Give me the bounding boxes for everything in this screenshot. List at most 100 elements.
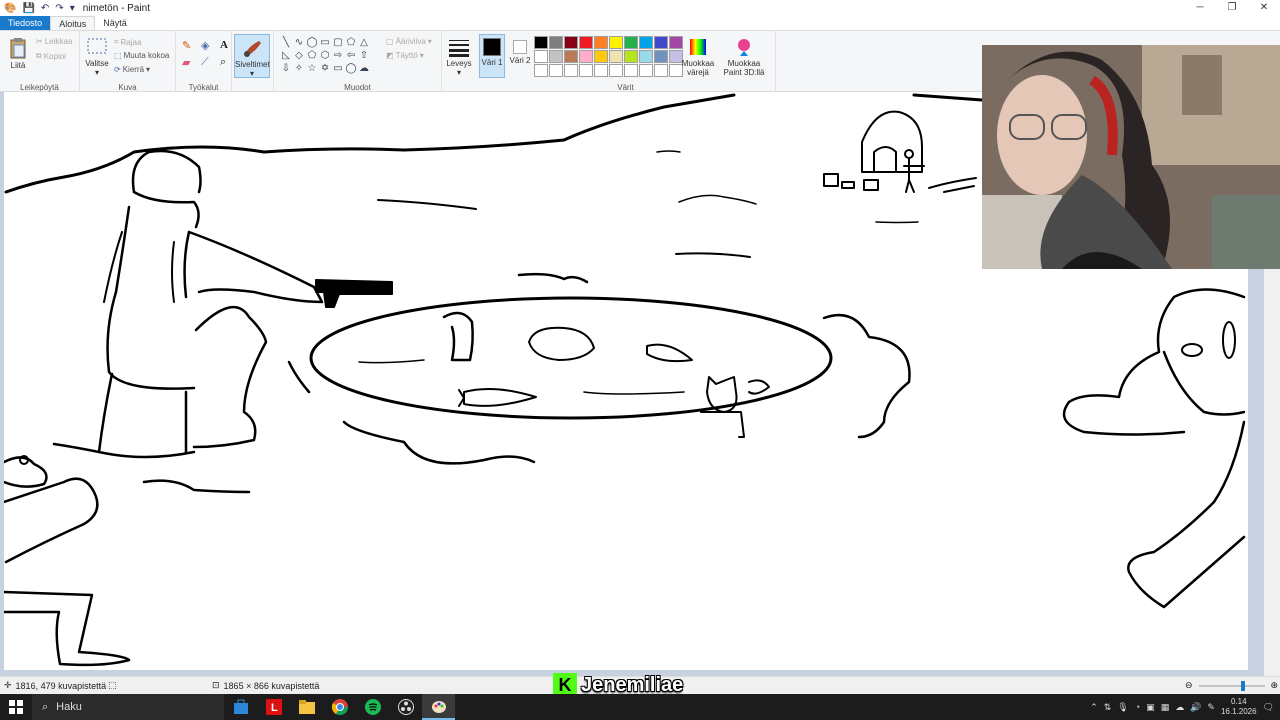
network-icon[interactable]: ⇅ (1104, 702, 1112, 713)
taskbar-obs[interactable] (389, 694, 422, 720)
star6-shape-icon[interactable]: ✡ (319, 63, 331, 75)
pen-icon[interactable]: ✎ (1207, 702, 1215, 713)
palette-swatch[interactable] (624, 36, 638, 49)
palette-swatch[interactable] (594, 50, 608, 63)
wifi-icon[interactable]: ◔ (1135, 702, 1140, 712)
tray-app-icon[interactable]: ▦ (1161, 702, 1170, 713)
zoom-slider[interactable] (1197, 680, 1267, 691)
diamond-shape-icon[interactable]: ◇ (293, 50, 305, 62)
right-triangle-shape-icon[interactable]: ◺ (280, 50, 292, 62)
taskbar-search[interactable]: ⌕ Haku (32, 694, 224, 720)
line-shape-icon[interactable]: ╲ (280, 37, 292, 49)
copy-button[interactable]: ⧉ Kopioi (36, 51, 66, 61)
minimize-button[interactable]: ─ (1184, 0, 1216, 16)
brushes-button[interactable]: Siveltimet ▾ (234, 34, 270, 78)
palette-swatch[interactable] (624, 50, 638, 63)
polygon-shape-icon[interactable]: ⬠ (345, 37, 357, 49)
fill-button[interactable]: ◩ Täyttö ▾ (386, 51, 424, 60)
palette-swatch[interactable] (564, 36, 578, 49)
paste-button[interactable]: Liitä (4, 37, 32, 70)
pencil-icon[interactable]: ✎ (182, 39, 197, 52)
palette-swatch[interactable] (654, 64, 668, 77)
color-picker-icon[interactable]: ⟋ (201, 56, 216, 69)
start-button[interactable] (0, 694, 32, 720)
microphone-icon[interactable]: 🎙 (1117, 702, 1128, 713)
curve-shape-icon[interactable]: ∿ (293, 37, 305, 49)
palette-swatch[interactable] (564, 50, 578, 63)
resize-button[interactable]: ⬚ Muuta kokoa (114, 51, 169, 60)
select-button[interactable]: Valitse ▾ (84, 37, 110, 77)
palette-swatch[interactable] (609, 50, 623, 63)
palette-swatch[interactable] (564, 64, 578, 77)
cloud-icon[interactable]: ☁ (1175, 702, 1184, 713)
palette-swatch[interactable] (639, 36, 653, 49)
zoom-control[interactable]: ⊖ ⊕ (1185, 680, 1278, 691)
palette-swatch[interactable] (609, 64, 623, 77)
palette-swatch[interactable] (549, 64, 563, 77)
palette-swatch[interactable] (594, 64, 608, 77)
palette-swatch[interactable] (624, 64, 638, 77)
palette-swatch[interactable] (639, 50, 653, 63)
tab-home[interactable]: Aloitus (50, 16, 96, 30)
pentagon-shape-icon[interactable]: ⬠ (306, 50, 318, 62)
palette-swatch[interactable] (549, 36, 563, 49)
save-icon[interactable]: 💾 (22, 3, 34, 14)
arrow-up-shape-icon[interactable]: ⇧ (358, 50, 370, 62)
close-button[interactable]: ✕ (1248, 0, 1280, 16)
fill-bucket-icon[interactable]: ◈ (201, 39, 216, 52)
tab-view[interactable]: Näytä (95, 16, 135, 30)
palette-swatch[interactable] (654, 36, 668, 49)
palette-swatch[interactable] (639, 64, 653, 77)
eraser-icon[interactable]: ▰ (182, 56, 197, 69)
palette-swatch[interactable] (609, 36, 623, 49)
palette-swatch[interactable] (594, 36, 608, 49)
hexagon-shape-icon[interactable]: ⬡ (319, 50, 331, 62)
cut-button[interactable]: ✂ Leikkaa (36, 37, 72, 46)
palette-swatch[interactable] (654, 50, 668, 63)
volume-icon[interactable]: 🔊 (1190, 702, 1201, 713)
taskbar-chrome[interactable] (323, 694, 356, 720)
color2-button[interactable]: Väri 2 (508, 37, 532, 65)
callout-oval-shape-icon[interactable]: ◯ (345, 63, 357, 75)
outline-button[interactable]: ▢ Ääriviiva ▾ (386, 37, 432, 46)
rounded-rect-shape-icon[interactable]: ▢ (332, 37, 344, 49)
crop-button[interactable]: ⌗ Rajaa (114, 37, 141, 47)
palette-swatch[interactable] (549, 50, 563, 63)
taskbar-file-explorer[interactable] (290, 694, 323, 720)
paint3d-button[interactable]: Muokkaa Paint 3D:llä (722, 37, 766, 77)
palette-swatch[interactable] (534, 36, 548, 49)
palette-swatch[interactable] (579, 50, 593, 63)
rotate-button[interactable]: ⟳ Kierrä ▾ (114, 65, 150, 74)
customize-qat-icon[interactable]: ▾ (70, 3, 75, 14)
star4-shape-icon[interactable]: ✧ (293, 63, 305, 75)
undo-icon[interactable]: ↶ (41, 3, 49, 14)
cloud-shape-icon[interactable]: ☁ (358, 63, 370, 75)
triangle-shape-icon[interactable]: △ (358, 37, 370, 49)
taskbar-app-l[interactable]: L (257, 694, 290, 720)
arrow-down-shape-icon[interactable]: ⇩ (280, 63, 292, 75)
notification-icon[interactable]: 🗨 (1263, 702, 1274, 713)
taskbar-spotify[interactable] (356, 694, 389, 720)
palette-swatch[interactable] (534, 50, 548, 63)
palette-swatch[interactable] (579, 36, 593, 49)
color1-button[interactable]: Väri 1 (479, 34, 505, 78)
callout-rect-shape-icon[interactable]: ▭ (332, 63, 344, 75)
size-button[interactable]: Leveys ▾ (444, 37, 474, 77)
display-icon[interactable]: ▣ (1146, 702, 1155, 713)
edit-colors-button[interactable]: Muokkaa värejä (680, 37, 716, 77)
taskbar-paint[interactable] (422, 694, 455, 720)
maximize-button[interactable]: ❐ (1216, 0, 1248, 16)
clock[interactable]: 0.14 16.1.2026 (1221, 697, 1257, 717)
zoom-in-icon[interactable]: ⊕ (1271, 680, 1279, 691)
arrow-left-shape-icon[interactable]: ⇦ (345, 50, 357, 62)
chevron-up-icon[interactable]: ⌃ (1090, 702, 1098, 713)
redo-icon[interactable]: ↷ (55, 3, 63, 14)
arrow-right-shape-icon[interactable]: ⇨ (332, 50, 344, 62)
oval-shape-icon[interactable]: ◯ (306, 37, 318, 49)
taskbar-app-store[interactable] (224, 694, 257, 720)
star5-shape-icon[interactable]: ☆ (306, 63, 318, 75)
rect-shape-icon[interactable]: ▭ (319, 37, 331, 49)
palette-swatch[interactable] (534, 64, 548, 77)
zoom-out-icon[interactable]: ⊖ (1185, 680, 1193, 691)
palette-swatch[interactable] (579, 64, 593, 77)
